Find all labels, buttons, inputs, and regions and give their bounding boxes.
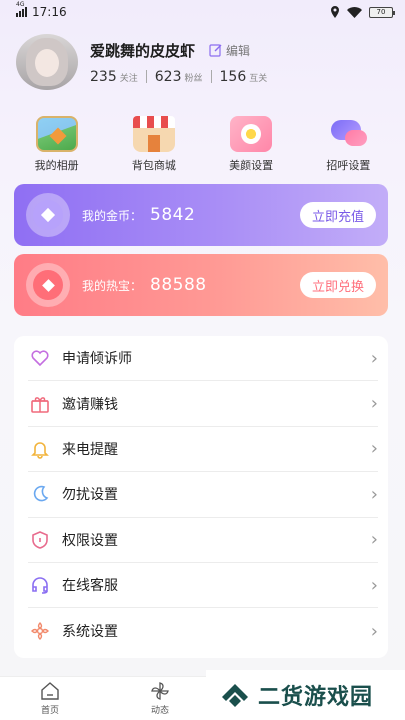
flower-settings-icon: [28, 619, 52, 643]
chevron-right-icon: ›: [370, 347, 378, 369]
coin-icon: [26, 193, 70, 237]
menu-item-counselor[interactable]: 申请倾诉师 ›: [28, 336, 378, 382]
chevron-right-icon: ›: [370, 529, 378, 551]
stat-label: 关注: [119, 73, 138, 84]
menu-label: 来电提醒: [62, 441, 118, 458]
headset-icon: [28, 573, 52, 597]
wifi-icon: [347, 6, 362, 18]
moon-icon: [28, 482, 52, 506]
profile-stats: 235 关注 623 粉丝 156 互关: [90, 69, 267, 85]
tab-moments[interactable]: 动态: [110, 677, 210, 720]
stat-value: 623: [154, 68, 182, 85]
quick-label: 招呼设置: [326, 159, 371, 172]
status-left: 4G 17:16: [16, 1, 67, 19]
quick-shop[interactable]: 背包商城: [111, 116, 197, 173]
chevron-right-icon: ›: [370, 620, 378, 642]
battery-level: 70: [376, 8, 386, 16]
menu-label: 勿扰设置: [62, 487, 118, 504]
gift-box-icon: [28, 392, 52, 416]
quick-beauty[interactable]: 美颜设置: [208, 116, 294, 173]
treasure-bag-icon: [26, 263, 70, 307]
chevron-right-icon: ›: [370, 574, 378, 596]
recharge-button[interactable]: 立即充值: [299, 202, 376, 228]
menu-label: 申请倾诉师: [62, 351, 132, 368]
menu-item-permissions[interactable]: 权限设置 ›: [28, 518, 378, 563]
status-time: 17:16: [32, 5, 67, 19]
coins-label: 我的金币：: [82, 208, 143, 223]
menu-label: 系统设置: [62, 624, 118, 641]
status-bar: 4G 17:16 70: [0, 0, 405, 24]
quick-actions: 我的相册 背包商城 美颜设置 招呼设置: [0, 116, 405, 173]
chevron-right-icon: ›: [370, 483, 378, 505]
profile-header: 爱跳舞的皮皮虾 编辑 235 关注 623 粉丝 156 互关: [16, 34, 396, 90]
tab-label: 首页: [40, 706, 59, 716]
pinwheel-icon: [151, 682, 169, 700]
stat-label: 互关: [249, 73, 268, 84]
profile-info: 爱跳舞的皮皮虾 编辑 235 关注 623 粉丝 156 互关: [90, 40, 267, 85]
tab-home[interactable]: 首页: [0, 677, 100, 720]
redeem-button[interactable]: 立即兑换: [299, 272, 376, 298]
menu-item-invite[interactable]: 邀请赚钱 ›: [28, 381, 378, 427]
shield-icon: [28, 528, 52, 552]
settings-menu: 申请倾诉师 › 邀请赚钱 › 来电提醒 › 勿扰设置 › 权限设置 › 在线客服…: [14, 336, 388, 658]
stat-value: 235: [90, 68, 117, 85]
watermark-logo-icon: [222, 684, 248, 707]
menu-label: 在线客服: [62, 578, 118, 595]
photo-album-icon: [35, 116, 78, 152]
profile-name: 爱跳舞的皮皮虾: [90, 41, 196, 60]
rewards-card: 我的热宝： 88588 立即兑换: [14, 254, 388, 316]
network-type: 4G: [16, 1, 25, 8]
rewards-label: 我的热宝：: [82, 278, 143, 293]
avatar[interactable]: [16, 34, 78, 90]
stat-following[interactable]: 235 关注: [90, 69, 138, 85]
rewards-value: 88588: [150, 275, 207, 295]
location-icon: [331, 6, 339, 18]
menu-item-call-reminder[interactable]: 来电提醒 ›: [28, 427, 378, 473]
stat-mutual[interactable]: 156 互关: [220, 69, 268, 85]
stat-label: 粉丝: [184, 73, 203, 84]
quick-album[interactable]: 我的相册: [14, 116, 100, 173]
signal-icon: 4G: [16, 1, 27, 17]
status-right: 70: [330, 6, 395, 18]
watermark-text: 二货游戏园: [258, 685, 374, 710]
quick-greeting[interactable]: 招呼设置: [305, 116, 391, 173]
stat-value: 156: [219, 68, 247, 85]
edit-label: 编辑: [226, 43, 251, 58]
menu-label: 权限设置: [62, 532, 118, 549]
shop-icon: [132, 116, 175, 152]
chevron-right-icon: ›: [370, 438, 378, 460]
menu-label: 邀请赚钱: [62, 396, 118, 413]
stat-fans[interactable]: 623 粉丝: [155, 69, 203, 85]
edit-profile-button[interactable]: 编辑: [209, 42, 250, 59]
quick-label: 我的相册: [34, 159, 79, 172]
home-icon: [41, 682, 59, 700]
coins-card: 我的金币： 5842 立即充值: [14, 184, 388, 246]
edit-icon: [209, 44, 222, 57]
menu-item-customer-service[interactable]: 在线客服 ›: [28, 563, 378, 609]
menu-item-do-not-disturb[interactable]: 勿扰设置 ›: [28, 472, 378, 518]
chevron-right-icon: ›: [370, 393, 378, 415]
stat-divider: [145, 70, 147, 83]
battery-icon: 70: [369, 6, 395, 18]
quick-label: 美颜设置: [229, 159, 274, 172]
heart-chat-icon: [28, 346, 52, 370]
beauty-flower-icon: [230, 116, 273, 152]
tab-label: 动态: [150, 706, 169, 716]
menu-item-system-settings[interactable]: 系统设置 ›: [28, 608, 378, 653]
stat-divider: [210, 70, 212, 83]
bell-icon: [28, 437, 52, 461]
coins-value: 5842: [150, 205, 196, 225]
watermark: 二货游戏园: [206, 670, 405, 720]
chat-bubbles-icon: [327, 116, 369, 152]
quick-label: 背包商城: [131, 159, 176, 172]
profile-name-row: 爱跳舞的皮皮虾 编辑: [90, 40, 267, 61]
